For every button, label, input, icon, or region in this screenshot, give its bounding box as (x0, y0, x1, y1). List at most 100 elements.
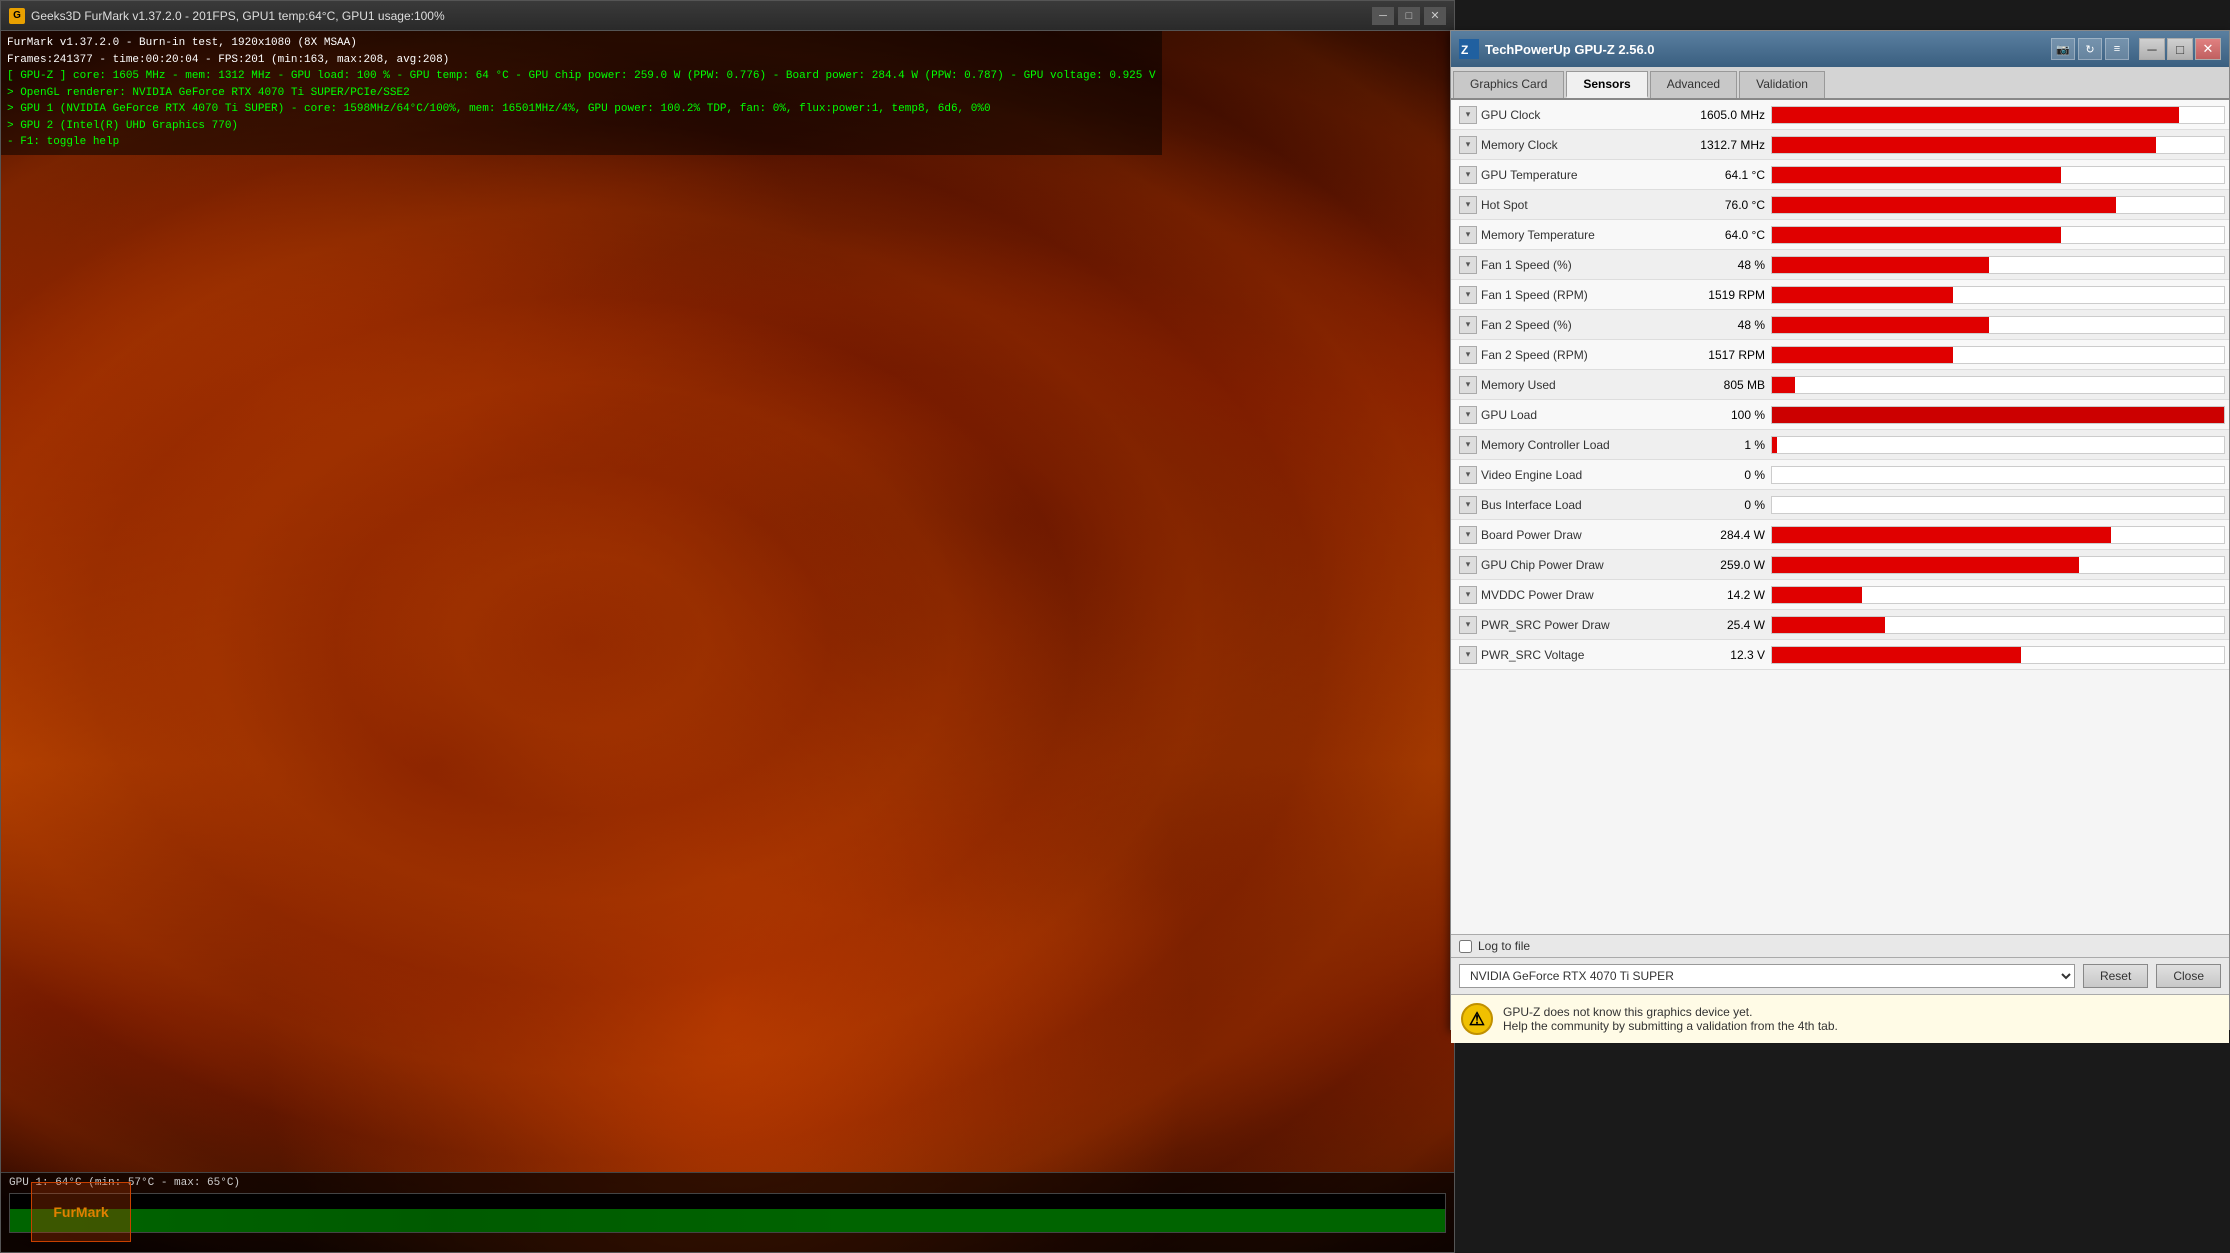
sensor-dropdown-btn[interactable]: ▾ (1459, 556, 1477, 574)
sensor-dropdown-btn[interactable]: ▾ (1459, 436, 1477, 454)
furmark-maximize-button[interactable]: □ (1398, 7, 1420, 25)
sensor-label: Hot Spot (1481, 198, 1528, 212)
sensor-dropdown-btn[interactable]: ▾ (1459, 376, 1477, 394)
close-button[interactable]: Close (2156, 964, 2221, 988)
sensor-value: 0 % (1671, 468, 1771, 482)
sensor-dropdown-btn[interactable]: ▾ (1459, 496, 1477, 514)
gpuz-minimize-button[interactable]: ─ (2139, 38, 2165, 60)
furmark-temp-line (10, 1209, 1445, 1232)
furmark-bottom-bar: GPU 1: 64°C (min: 57°C - max: 65°C) FurM… (1, 1172, 1454, 1252)
sensor-value: 284.4 W (1671, 528, 1771, 542)
sensor-bar-container (1771, 436, 2225, 454)
tab-validation[interactable]: Validation (1739, 71, 1825, 98)
sensor-label: Memory Used (1481, 378, 1556, 392)
sensor-name: ▾ Memory Controller Load (1451, 436, 1671, 454)
sensor-bar (1772, 587, 1862, 603)
sensor-name: ▾ GPU Load (1451, 406, 1671, 424)
sensor-label: Memory Controller Load (1481, 438, 1610, 452)
sensor-label: Memory Clock (1481, 138, 1558, 152)
sensor-label: Fan 1 Speed (%) (1481, 258, 1572, 272)
sensor-value: 1517 RPM (1671, 348, 1771, 362)
tab-advanced[interactable]: Advanced (1650, 71, 1737, 98)
furmark-title: Geeks3D FurMark v1.37.2.0 - 201FPS, GPU1… (31, 9, 1366, 23)
sensor-row: ▾ Video Engine Load 0 % (1451, 460, 2229, 490)
gpuz-refresh-button[interactable]: ↻ (2078, 38, 2102, 60)
sensor-label: GPU Clock (1481, 108, 1540, 122)
sensor-bar-container (1771, 316, 2225, 334)
sensor-bar-container (1771, 166, 2225, 184)
gpuz-screenshot-button[interactable]: 📷 (2051, 38, 2075, 60)
sensor-dropdown-btn[interactable]: ▾ (1459, 106, 1477, 124)
sensor-bar (1772, 197, 2116, 213)
sensor-label: Fan 2 Speed (%) (1481, 318, 1572, 332)
gpuz-close-button[interactable]: ✕ (2195, 38, 2221, 60)
gpuz-sensors-list: ▾ GPU Clock 1605.0 MHz ▾ Memory Clock 13… (1451, 100, 2229, 934)
sensor-bar (1772, 557, 2079, 573)
furmark-help-hint: - F1: toggle help (7, 134, 1156, 151)
sensor-dropdown-btn[interactable]: ▾ (1459, 256, 1477, 274)
gpuz-notification-line2: Help the community by submitting a valid… (1503, 1019, 1838, 1033)
sensor-dropdown-btn[interactable]: ▾ (1459, 406, 1477, 424)
sensor-row: ▾ Board Power Draw 284.4 W (1451, 520, 2229, 550)
gpu-selector[interactable]: NVIDIA GeForce RTX 4070 Ti SUPER (1459, 964, 2075, 988)
reset-button[interactable]: Reset (2083, 964, 2148, 988)
sensor-bar (1772, 437, 1777, 453)
sensor-bar-container (1771, 256, 2225, 274)
sensor-dropdown-btn[interactable]: ▾ (1459, 616, 1477, 634)
furmark-temp-graph (9, 1193, 1446, 1233)
sensor-bar-container (1771, 376, 2225, 394)
tab-sensors[interactable]: Sensors (1566, 71, 1647, 98)
sensor-bar-container (1771, 106, 2225, 124)
sensor-bar (1772, 617, 1885, 633)
sensor-bar-container (1771, 226, 2225, 244)
sensor-dropdown-btn[interactable]: ▾ (1459, 196, 1477, 214)
tab-graphics-card[interactable]: Graphics Card (1453, 71, 1564, 98)
gpuz-notification: ⚠ GPU-Z does not know this graphics devi… (1451, 994, 2229, 1043)
sensor-dropdown-btn[interactable]: ▾ (1459, 466, 1477, 484)
sensor-name: ▾ Memory Temperature (1451, 226, 1671, 244)
sensor-bar (1772, 137, 2156, 153)
sensor-bar-container (1771, 556, 2225, 574)
sensor-value: 0 % (1671, 498, 1771, 512)
sensor-bar (1772, 347, 1953, 363)
sensor-row: ▾ Fan 2 Speed (%) 48 % (1451, 310, 2229, 340)
gpuz-tabs: Graphics Card Sensors Advanced Validatio… (1451, 67, 2229, 100)
gpuz-log-row: Log to file (1451, 934, 2229, 957)
sensor-dropdown-btn[interactable]: ▾ (1459, 136, 1477, 154)
sensor-row: ▾ GPU Load 100 % (1451, 400, 2229, 430)
gpuz-menu-button[interactable]: ≡ (2105, 38, 2129, 60)
furmark-close-button[interactable]: ✕ (1424, 7, 1446, 25)
furmark-gpu-info-line3: [ GPU-Z ] core: 1605 MHz - mem: 1312 MHz… (7, 68, 1156, 85)
sensor-row: ▾ Bus Interface Load 0 % (1451, 490, 2229, 520)
furmark-icon: G (9, 8, 25, 24)
sensor-value: 12.3 V (1671, 648, 1771, 662)
warning-icon: ⚠ (1461, 1003, 1493, 1035)
sensor-dropdown-btn[interactable]: ▾ (1459, 316, 1477, 334)
sensor-dropdown-btn[interactable]: ▾ (1459, 226, 1477, 244)
furmark-window: G Geeks3D FurMark v1.37.2.0 - 201FPS, GP… (0, 0, 1455, 1253)
sensor-bar (1772, 647, 2021, 663)
log-to-file-checkbox[interactable] (1459, 940, 1472, 953)
sensor-dropdown-btn[interactable]: ▾ (1459, 166, 1477, 184)
sensor-bar-container (1771, 346, 2225, 364)
sensor-name: ▾ Memory Used (1451, 376, 1671, 394)
sensor-label: Board Power Draw (1481, 528, 1582, 542)
sensor-dropdown-btn[interactable]: ▾ (1459, 526, 1477, 544)
sensor-value: 1605.0 MHz (1671, 108, 1771, 122)
sensor-dropdown-btn[interactable]: ▾ (1459, 286, 1477, 304)
gpuz-maximize-button[interactable]: □ (2167, 38, 2193, 60)
sensor-bar-container (1771, 586, 2225, 604)
sensor-value: 805 MB (1671, 378, 1771, 392)
sensor-dropdown-btn[interactable]: ▾ (1459, 646, 1477, 664)
sensor-name: ▾ Memory Clock (1451, 136, 1671, 154)
gpuz-icon: Z (1459, 39, 1479, 59)
sensor-dropdown-btn[interactable]: ▾ (1459, 346, 1477, 364)
sensor-name: ▾ Fan 2 Speed (%) (1451, 316, 1671, 334)
sensor-value: 259.0 W (1671, 558, 1771, 572)
sensor-row: ▾ MVDDC Power Draw 14.2 W (1451, 580, 2229, 610)
sensor-label: GPU Chip Power Draw (1481, 558, 1604, 572)
sensor-bar (1772, 107, 2179, 123)
sensor-row: ▾ Hot Spot 76.0 °C (1451, 190, 2229, 220)
furmark-minimize-button[interactable]: ─ (1372, 7, 1394, 25)
sensor-dropdown-btn[interactable]: ▾ (1459, 586, 1477, 604)
